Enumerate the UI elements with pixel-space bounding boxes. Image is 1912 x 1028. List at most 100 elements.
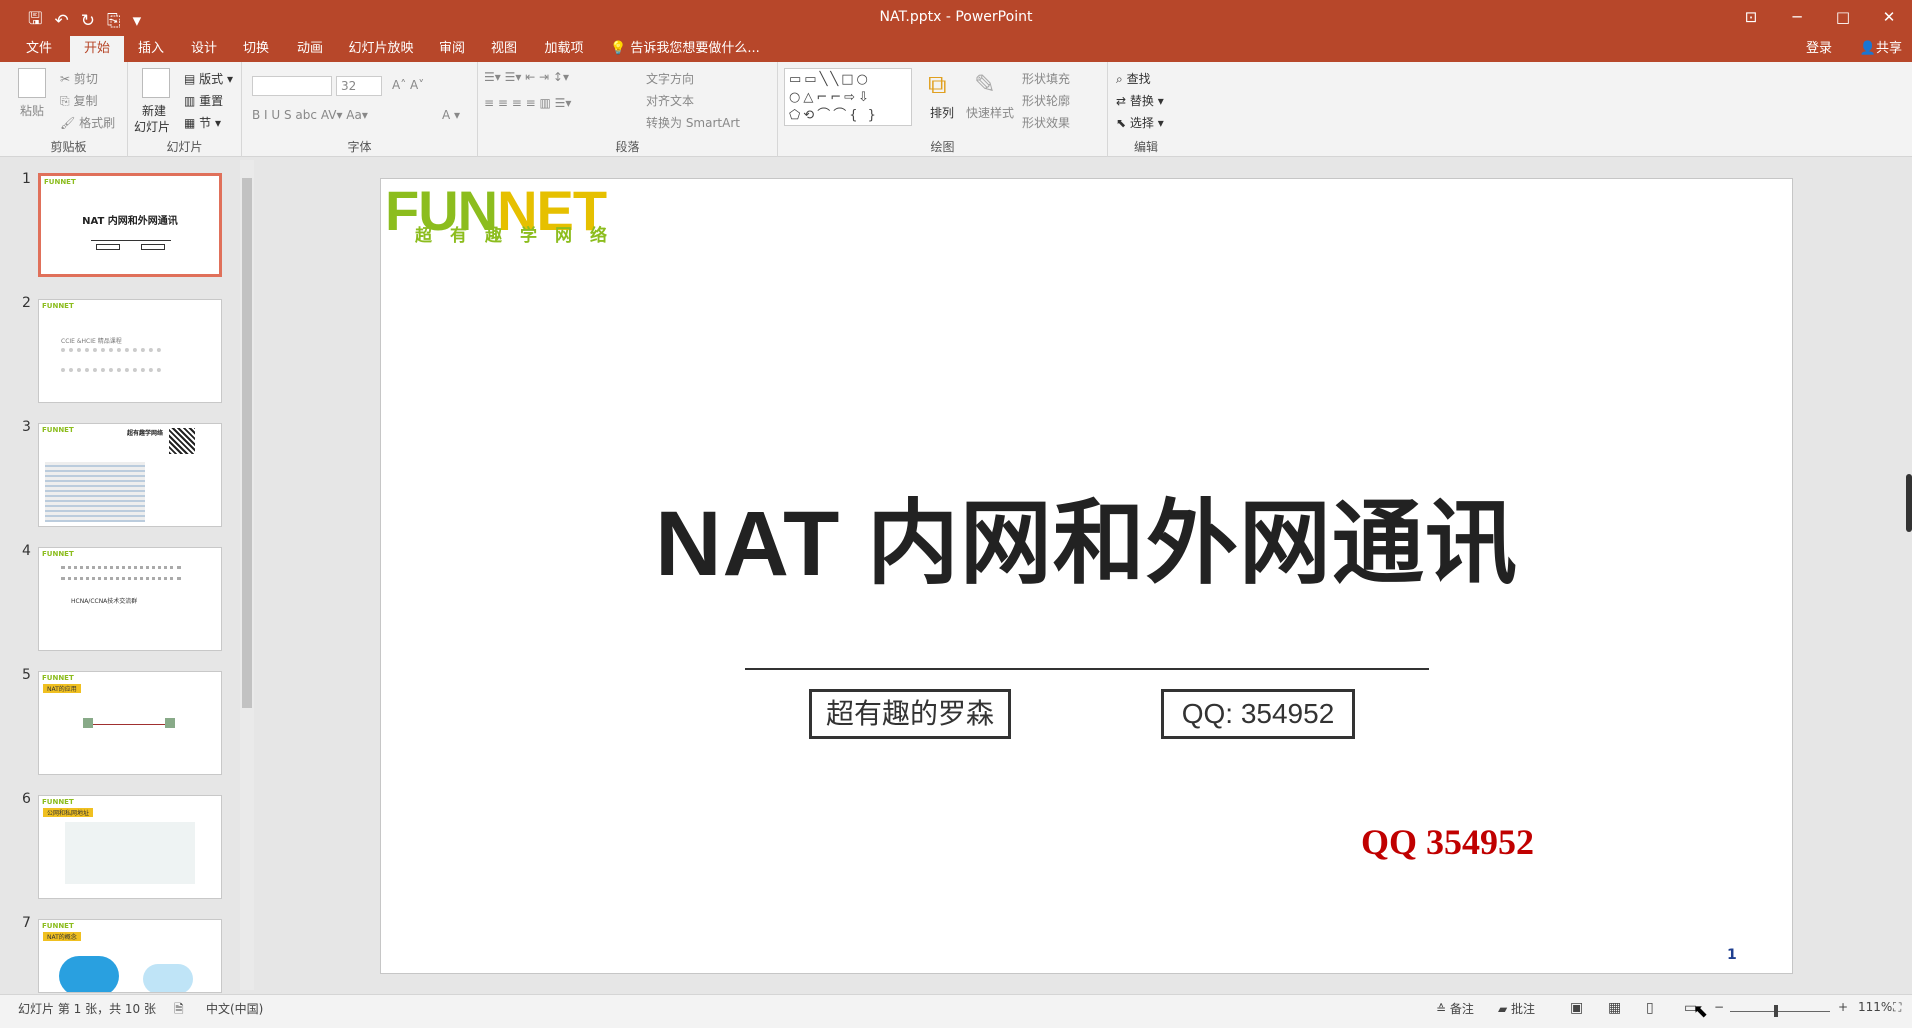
slide-thumbnail-2[interactable]: FUNNET CCIE &HCIE 精品课程 [38,299,222,403]
paste-button[interactable]: 粘贴 [20,102,44,119]
thumb-title: NAT 内网和外网通讯 [82,216,178,227]
convert-smartart-button[interactable]: 转换为 SmartArt [646,114,740,131]
tab-file[interactable]: 文件 [18,36,60,62]
select-button[interactable]: ⬉ 选择 ▾ [1116,114,1164,131]
reset-icon: ▥ [184,94,196,108]
window-title: NAT.pptx - PowerPoint [879,9,1033,25]
sign-in-link[interactable]: 登录 [1806,36,1832,62]
qq-red-text[interactable]: QQ 354952 [1361,821,1534,863]
ribbon-display-options-icon[interactable]: ⊡ [1728,0,1774,34]
close-button[interactable]: ✕ [1866,0,1912,34]
share-label: 共享 [1875,41,1902,56]
status-bar: 幻灯片 第 1 张，共 10 张 🗎 中文(中国) ≙ 备注 ▰ 批注 ▣ ▦ … [0,994,1912,1028]
fit-slide-icon[interactable]: ⛶ [1893,1000,1901,1015]
replace-button[interactable]: ⇄ 替换 ▾ [1116,92,1164,109]
slide-thumbnail-pane: 1 FUNNET NAT 内网和外网通讯 2 FUNNET CCIE &HCIE… [10,157,258,994]
new-slide-icon[interactable] [142,68,170,98]
reset-button[interactable]: ▥ 重置 [184,92,223,109]
copy-button[interactable]: ⎘ 复制 [60,92,97,109]
scrollbar-thumb[interactable] [242,178,252,708]
zoom-slider[interactable] [1730,1011,1830,1012]
zoom-slider-thumb[interactable] [1774,1005,1778,1017]
ribbon-tabs: 文件 开始 插入 设计 切换 动画 幻灯片放映 审阅 视图 加载项 💡 告诉我您… [0,36,1912,62]
zoom-out-icon[interactable]: − [1714,1000,1724,1014]
group-paragraph: ☰▾ ☰▾ ⇤ ⇥ ↕▾ ≡ ≡ ≡ ≡ ▥ ☰▾ 文字方向 对齐文本 转换为 … [478,62,778,157]
align-buttons-icon[interactable]: ≡ ≡ ≡ ≡ ▥ ☰▾ [484,96,571,110]
thumb-number: 7 [22,915,31,931]
share-button[interactable]: 👤共享 [1860,36,1902,62]
cut-button[interactable]: ✂ 剪切 [60,70,98,87]
section-button[interactable]: ▦ 节 ▾ [184,114,221,131]
slide-thumbnail-5[interactable]: FUNNET NAT的应用 [38,671,222,775]
reading-view-icon[interactable]: ▯ [1646,1000,1654,1016]
logo-subtitle: 超有趣学网络 [415,226,625,246]
thumbnail-scrollbar[interactable] [240,160,254,990]
quick-styles-button[interactable]: 快速样式 [966,104,1014,121]
arrange-button[interactable]: 排列 [930,104,954,121]
slide-title[interactable]: NAT 内网和外网通讯 [381,469,1792,602]
tell-me-search[interactable]: 💡 告诉我您想要做什么... [610,36,760,62]
new-slide-label-1[interactable]: 新建 [142,102,166,119]
shape-fill-button[interactable]: 形状填充 [1022,70,1070,87]
align-text-button[interactable]: 对齐文本 [646,92,694,109]
shapes-gallery[interactable]: ▭▭╲╲□○ ○△⌐⌐⇨⇩ ⬠⟲⌒⌒{ } [784,68,912,126]
mouse-cursor-icon: ⬉ [1693,1001,1709,1022]
slide-thumbnail-3[interactable]: FUNNET 超有趣学网络 [38,423,222,527]
author-textbox[interactable]: 超有趣的罗森 [809,689,1011,739]
thumb-text: 公网和私网地址 [43,808,94,817]
font-format-buttons[interactable]: B I U S abc AV▾ Aa▾ [252,108,368,122]
shape-effects-button[interactable]: 形状效果 [1022,114,1070,131]
notes-button[interactable]: ≙ 备注 [1436,1000,1474,1017]
font-color-button[interactable]: A ▾ [442,108,460,122]
zoom-in-icon[interactable]: + [1838,1000,1848,1014]
qq-textbox[interactable]: QQ: 354952 [1161,689,1355,739]
tab-addins[interactable]: 加载项 [538,36,590,62]
find-button[interactable]: ⌕ 查找 [1116,70,1151,87]
tab-slideshow[interactable]: 幻灯片放映 [344,36,418,62]
search-icon: ⌕ [1116,72,1123,86]
tab-view[interactable]: 视图 [482,36,526,62]
group-label-editing: 编辑 [1133,140,1158,154]
paste-icon[interactable] [18,68,46,98]
tab-animations[interactable]: 动画 [288,36,332,62]
tab-home[interactable]: 开始 [70,36,124,62]
font-grow-shrink[interactable]: A˄ A˅ [392,78,424,92]
format-painter-button[interactable]: 🖌 格式刷 [60,114,115,131]
font-size-box[interactable]: 32 [336,76,382,96]
title-divider [745,668,1429,670]
slide-thumbnail-1[interactable]: FUNNET NAT 内网和外网通讯 [38,173,222,277]
title-bar: 🖫 ↶ ↻ ⎘ ▾ NAT.pptx - PowerPoint ⊡ ─ □ ✕ [0,0,1912,36]
slide-thumbnail-4[interactable]: FUNNET HCNA/CCNA技术交流群 [38,547,222,651]
minimize-button[interactable]: ─ [1774,0,1820,34]
arrange-icon[interactable]: ⧉ [928,70,956,100]
reset-label: 重置 [199,94,224,108]
group-font: 32 A˄ A˅ B I U S abc AV▾ Aa▾ A ▾ 字体 [242,62,478,157]
thumb-number: 2 [22,295,31,311]
layout-icon: ▤ [184,72,196,86]
tab-transitions[interactable]: 切换 [234,36,278,62]
shape-outline-button[interactable]: 形状轮廓 [1022,92,1070,109]
zoom-level[interactable]: 111% [1858,1000,1892,1014]
new-slide-label-2[interactable]: 幻灯片 [134,118,170,135]
thumb-number: 1 [22,171,31,187]
text-direction-button[interactable]: 文字方向 [646,70,694,87]
slide-page-number: 1 [1727,947,1737,963]
quick-styles-icon[interactable]: ✎ [974,70,1002,100]
layout-button[interactable]: ▤ 版式 ▾ [184,70,233,87]
language-indicator[interactable]: 中文(中国) [206,1000,263,1017]
normal-view-icon[interactable]: ▣ [1570,1000,1583,1016]
spellcheck-icon[interactable]: 🗎 [174,1000,184,1021]
slide-thumbnail-7[interactable]: FUNNET NAT的概念 [38,919,222,993]
tab-insert[interactable]: 插入 [130,36,172,62]
tab-review[interactable]: 审阅 [430,36,474,62]
list-buttons-icon[interactable]: ☰▾ ☰▾ ⇤ ⇥ ↕▾ [484,70,569,84]
comments-button[interactable]: ▰ 批注 [1498,1000,1535,1017]
slide-sorter-icon[interactable]: ▦ [1608,1000,1621,1016]
thumb-number: 4 [22,543,31,559]
notes-label: 备注 [1449,1002,1474,1016]
slide-canvas[interactable]: FUNNET 超有趣学网络 NAT 内网和外网通讯 超有趣的罗森 QQ: 354… [380,178,1793,974]
maximize-button[interactable]: □ [1820,0,1866,34]
slide-thumbnail-6[interactable]: FUNNET 公网和私网地址 [38,795,222,899]
tab-design[interactable]: 设计 [182,36,226,62]
font-name-box[interactable] [252,76,332,96]
